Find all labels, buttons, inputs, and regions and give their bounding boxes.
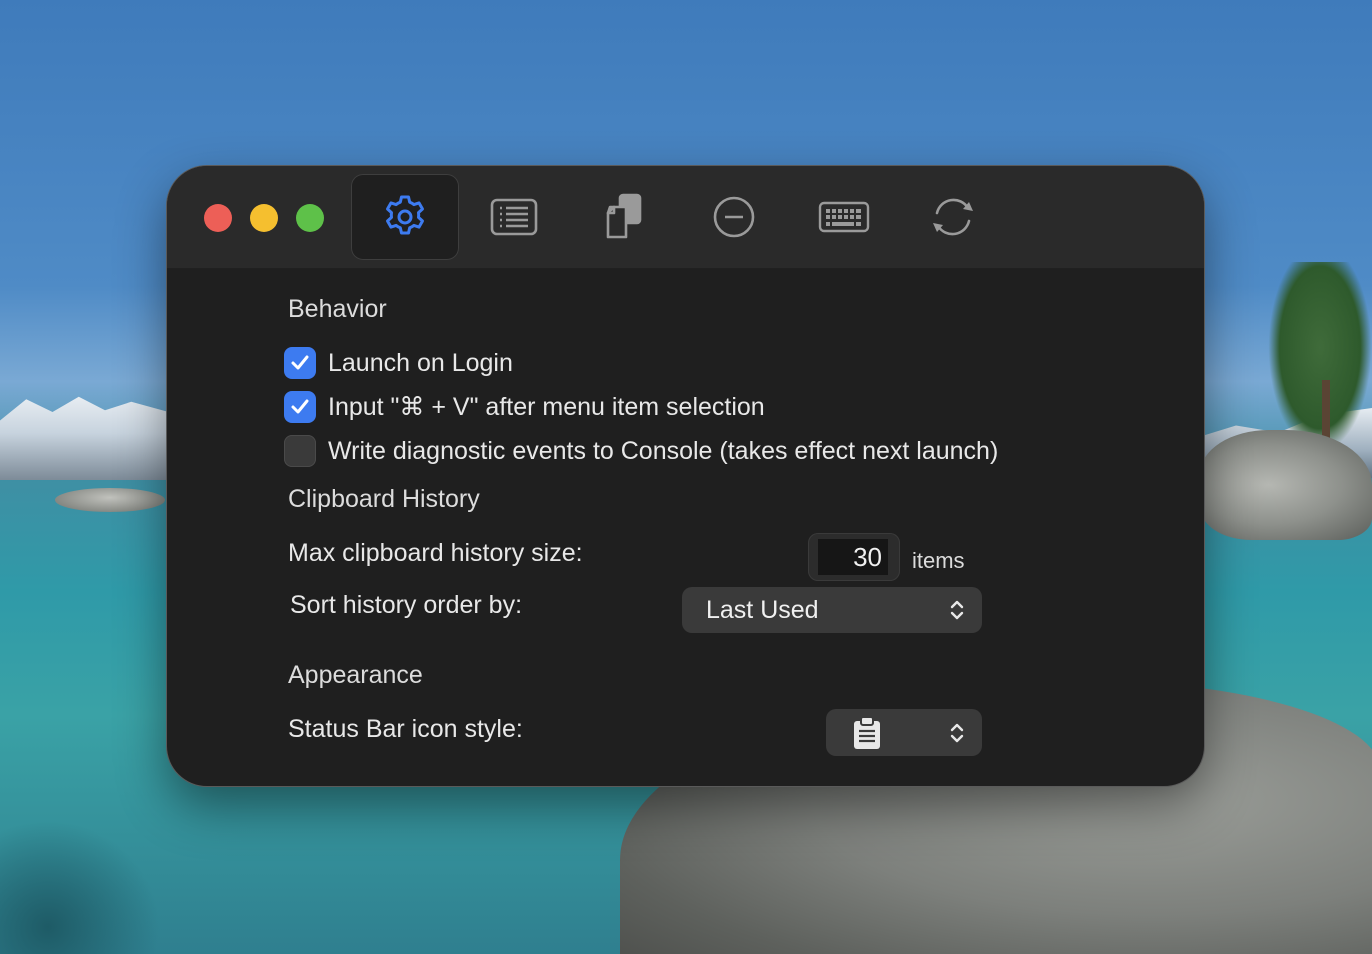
input-paste-checkbox[interactable] — [284, 391, 316, 423]
checkmark-icon — [291, 355, 309, 370]
chevron-up-down-icon — [950, 600, 964, 620]
gear-icon — [386, 195, 424, 235]
diagnostics-label: Write diagnostic events to Console (take… — [328, 436, 999, 465]
preferences-content: Behavior Launch on Login Input "⌘ + V" a… — [167, 269, 1204, 786]
status-bar-icon-style-popup[interactable] — [826, 709, 982, 756]
tab-updates[interactable] — [899, 174, 1007, 260]
max-history-size-label: Max clipboard history size: — [288, 539, 583, 567]
section-title-appearance: Appearance — [288, 661, 423, 689]
sync-icon — [933, 198, 973, 236]
minus-circle-icon — [713, 196, 755, 238]
max-history-size-input[interactable] — [818, 539, 888, 575]
section-title-clipboard-history: Clipboard History — [288, 485, 480, 513]
wallpaper-rock-small — [55, 488, 165, 512]
maximize-button[interactable] — [296, 204, 324, 232]
window-toolbar — [167, 166, 1204, 269]
keyboard-icon — [818, 201, 870, 233]
sort-order-label: Sort history order by: — [290, 591, 523, 619]
preferences-window: Behavior Launch on Login Input "⌘ + V" a… — [167, 166, 1204, 786]
tab-menu[interactable] — [460, 174, 568, 260]
diagnostics-checkbox[interactable] — [284, 435, 316, 467]
launch-on-login-label: Launch on Login — [328, 348, 513, 377]
wallpaper-rocks-right — [1200, 430, 1372, 540]
launch-on-login-row[interactable]: Launch on Login — [284, 347, 513, 379]
tab-shortcuts[interactable] — [790, 174, 898, 260]
items-unit-label: items — [912, 548, 965, 573]
documents-icon — [606, 193, 642, 239]
minimize-button[interactable] — [250, 204, 278, 232]
sort-order-value: Last Used — [706, 595, 819, 624]
list-icon — [490, 198, 538, 236]
status-bar-icon-style-label: Status Bar icon style: — [288, 715, 523, 743]
input-paste-row[interactable]: Input "⌘ + V" after menu item selection — [284, 391, 765, 423]
input-paste-label: Input "⌘ + V" after menu item selection — [328, 393, 765, 421]
wallpaper-mountains-left — [0, 396, 175, 480]
chevron-up-down-icon — [950, 723, 964, 742]
diagnostics-row[interactable]: Write diagnostic events to Console (take… — [284, 435, 998, 467]
clipboard-icon — [854, 715, 880, 749]
close-button[interactable] — [204, 204, 232, 232]
wallpaper-shore — [0, 820, 160, 954]
tab-general[interactable] — [351, 174, 459, 260]
tab-exclude[interactable] — [680, 174, 788, 260]
checkmark-icon — [291, 399, 309, 414]
launch-on-login-checkbox[interactable] — [284, 347, 316, 379]
tab-type[interactable] — [570, 174, 678, 260]
sort-order-popup[interactable]: Last Used — [682, 587, 982, 633]
max-history-size-field[interactable] — [808, 533, 900, 581]
section-title-behavior: Behavior — [288, 295, 387, 323]
wallpaper-tree — [1268, 262, 1372, 452]
